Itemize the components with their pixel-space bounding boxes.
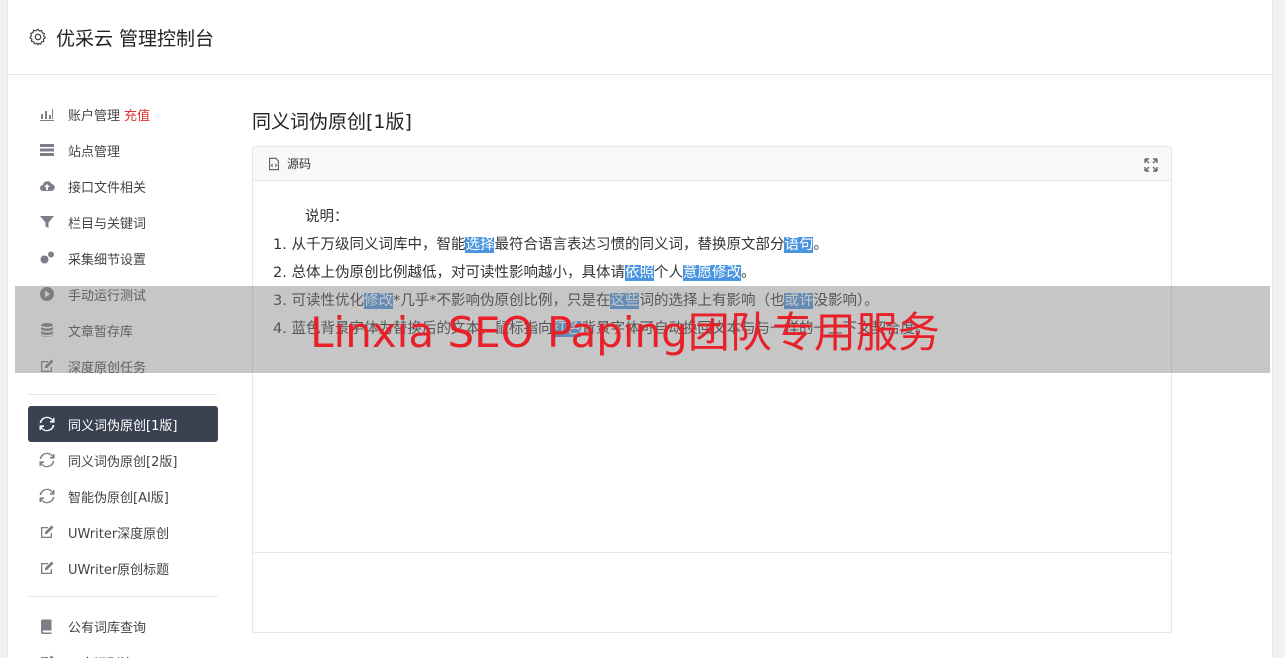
sidebar-item-group2-4[interactable]: UWriter原创标题: [28, 550, 218, 586]
sidebar-item-label: 站点管理: [68, 144, 121, 160]
watermark-banner: Linxia SEO Paping团队专用服务: [15, 286, 1270, 373]
expand-icon[interactable]: [1143, 157, 1159, 173]
refresh-icon: [38, 488, 56, 504]
edit-icon: [38, 524, 56, 540]
sidebar-item-label: 公有词库查询: [68, 620, 147, 636]
editor-intro: 说明：: [305, 209, 349, 225]
refresh-icon: [38, 416, 56, 432]
source-tab-label[interactable]: 源码: [287, 155, 311, 172]
watermark-text: Linxia SEO Paping团队专用服务: [310, 308, 940, 357]
sidebar-item-label: 账户管理: [68, 108, 121, 124]
synonym-highlight[interactable]: 修改: [711, 265, 741, 281]
editor-text: 。: [740, 265, 756, 281]
sidebar-item-group3-0[interactable]: 公有词库查询: [28, 608, 218, 644]
sidebar-item-label: 接口文件相关: [68, 180, 147, 196]
editor-text: 最符合语言表达习惯的同义词，替换原文部分: [494, 237, 785, 253]
panel-header: 源码: [253, 147, 1171, 181]
sidebar-item-label: 栏目与关键词: [68, 216, 147, 232]
editor-text: 2. 总体上伪原创比例越低，对可读性影响越小，具体请: [273, 265, 625, 281]
edit-icon: [38, 654, 56, 658]
edit-icon: [38, 560, 56, 576]
sidebar-item-group1-1[interactable]: 站点管理: [28, 132, 218, 168]
sidebar-item-group2-1[interactable]: 同义词伪原创[2版]: [28, 442, 218, 478]
sidebar-divider: [28, 394, 218, 395]
sidebar-item-group2-0[interactable]: 同义词伪原创[1版]: [28, 406, 218, 442]
secondary-panel: [252, 552, 1172, 572]
refresh-icon: [38, 452, 56, 468]
filter-icon: [38, 214, 56, 230]
top-bar: 优采云 管理控制台: [8, 0, 1272, 75]
page-title: 同义词伪原创[1版]: [252, 110, 412, 133]
bar-chart-icon: [38, 106, 56, 122]
sidebar-item-label: UWriter深度原创: [68, 526, 170, 542]
editor-text: 1. 从千万级同义词库中，智能: [273, 237, 466, 253]
source-code-icon[interactable]: [267, 157, 281, 171]
synonym-highlight[interactable]: 依照: [624, 265, 654, 281]
gear-icon[interactable]: [28, 27, 48, 47]
cogs-icon: [38, 250, 56, 266]
server-icon: [38, 142, 56, 158]
sidebar-item-label: 正文识别演示: [68, 653, 146, 658]
sidebar-item-group2-2[interactable]: 智能伪原创[AI版]: [28, 478, 218, 514]
editor-line: 1. 从千万级同义词库中，智能选择最符合语言表达习惯的同义词，替换原文部分语句。: [273, 231, 1151, 259]
sidebar-item-label: 智能伪原创[AI版]: [68, 490, 169, 506]
sidebar-item-label: UWriter原创标题: [68, 562, 170, 578]
synonym-highlight[interactable]: 选择: [465, 237, 495, 253]
editor-text: 。: [813, 237, 828, 253]
app-title: 优采云 管理控制台: [56, 27, 215, 50]
editor-text: 个人: [653, 265, 683, 281]
sidebar-divider: [28, 596, 218, 597]
sidebar-item-group1-2[interactable]: 接口文件相关: [28, 168, 218, 204]
book-icon: [38, 618, 56, 634]
synonym-highlight[interactable]: 语句: [784, 237, 814, 253]
sidebar-item-label: 采集细节设置: [68, 252, 147, 268]
synonym-highlight[interactable]: 意愿: [682, 265, 712, 281]
sidebar-item-group2-3[interactable]: UWriter深度原创: [28, 514, 218, 550]
sidebar-item-group1-4[interactable]: 采集细节设置: [28, 240, 218, 276]
sidebar-item-group1-0[interactable]: 账户管理 充值: [28, 96, 218, 132]
recharge-link[interactable]: 充值: [124, 105, 150, 124]
cloud-upload-icon: [38, 178, 56, 194]
sidebar-item-group3-1[interactable]: 正文识别演示: [28, 644, 218, 658]
sidebar-item-label: 同义词伪原创[2版]: [68, 454, 178, 470]
editor-line: 2. 总体上伪原创比例越低，对可读性影响越小，具体请依照个人意愿修改。: [273, 259, 1151, 287]
sidebar: 账户管理 充值 站点管理 接口文件相关 栏目与关键词 采集细节设置 手动运行测试 文章暂存库深…: [28, 96, 218, 658]
sidebar-item-label: 同义词伪原创[1版]: [68, 418, 178, 434]
sidebar-item-group1-3[interactable]: 栏目与关键词: [28, 204, 218, 240]
